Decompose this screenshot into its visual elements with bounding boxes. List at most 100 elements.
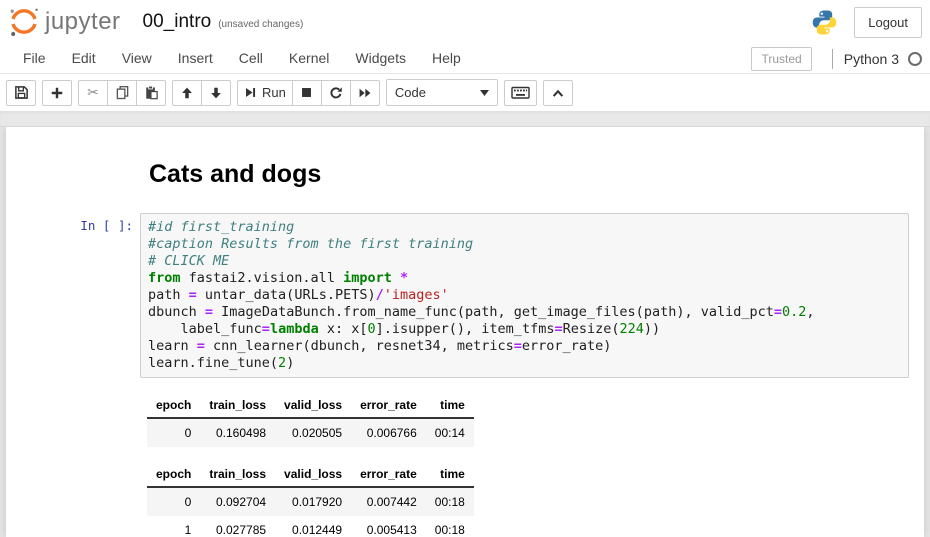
arrow-down-icon (209, 86, 223, 100)
collapse-toolbar-button[interactable] (543, 80, 573, 106)
restart-run-all-button[interactable] (350, 80, 380, 106)
toolbar: ✂ (0, 74, 930, 111)
code-line: learn = cnn_learner(dbunch, resnet34, me… (148, 338, 901, 355)
menu-item-insert[interactable]: Insert (165, 44, 226, 72)
table-cell: 0.027785 (200, 516, 275, 537)
menu-item-widgets[interactable]: Widgets (342, 44, 419, 72)
run-button[interactable]: Run (237, 80, 293, 106)
training-results-table: epochtrain_lossvalid_losserror_ratetime0… (147, 393, 474, 447)
code-line: label_func=lambda x: x[0].isupper(), ite… (148, 321, 901, 338)
stop-icon (300, 86, 313, 99)
table-cell: 0.007442 (351, 487, 426, 516)
table-cell: 0 (147, 418, 200, 447)
python-logo-icon (811, 9, 838, 36)
logout-button[interactable]: Logout (854, 7, 922, 38)
restart-kernel-button[interactable] (321, 80, 351, 106)
training-results-table: epochtrain_lossvalid_losserror_ratetime0… (147, 462, 474, 537)
copy-cells-button[interactable] (107, 80, 137, 106)
menu-item-view[interactable]: View (109, 44, 165, 72)
kernel-status-icon (908, 52, 922, 66)
table-row: 00.1604980.0205050.00676600:14 (147, 418, 474, 447)
table-cell: 0.092704 (200, 487, 275, 516)
interrupt-kernel-button[interactable] (292, 80, 322, 106)
caret-down-icon (480, 90, 489, 96)
code-cell[interactable]: In [ ]: #id first_training#caption Resul… (6, 213, 924, 378)
code-line: #caption Results from the first training (148, 236, 901, 253)
table-cell: 00:18 (426, 487, 474, 516)
cell-type-value: Code (395, 85, 426, 100)
code-line: dbunch = ImageDataBunch.from_name_func(p… (148, 304, 901, 321)
column-header: time (426, 462, 474, 487)
menu-item-file[interactable]: File (10, 44, 59, 72)
kernel-name: Python 3 (844, 51, 899, 67)
menubar: FileEditViewInsertCellKernelWidgetsHelp … (0, 44, 930, 74)
insert-cell-button[interactable] (42, 80, 72, 106)
copy-icon (115, 85, 130, 100)
input-prompt: In [ ]: (6, 213, 140, 378)
chevron-up-icon (551, 87, 565, 99)
table-row: 10.0277850.0124490.00541300:18 (147, 516, 474, 537)
trusted-badge[interactable]: Trusted (751, 47, 811, 71)
column-header: error_rate (351, 462, 426, 487)
table-cell: 00:14 (426, 418, 474, 447)
command-palette-button[interactable] (504, 80, 537, 106)
checkpoint-status: (unsaved changes) (218, 19, 303, 30)
header-right: Logout (811, 7, 922, 38)
floppy-icon (14, 85, 29, 100)
menu-item-edit[interactable]: Edit (59, 44, 109, 72)
table-row: 00.0927040.0179200.00744200:18 (147, 487, 474, 516)
column-header: valid_loss (275, 393, 351, 418)
move-cell-up-button[interactable] (172, 80, 202, 106)
fast-forward-icon (358, 86, 372, 100)
notebook-name[interactable]: 00_intro (143, 11, 212, 33)
header-bottom-band (0, 111, 930, 127)
column-header: train_loss (200, 393, 275, 418)
code-line: learn.fine_tune(2) (148, 355, 901, 372)
code-editor[interactable]: #id first_training#caption Results from … (140, 213, 909, 378)
notebook-title-area: 00_intro (unsaved changes) (143, 11, 304, 33)
code-line: path = untar_data(URLs.PETS)/'images' (148, 287, 901, 304)
keyboard-icon (511, 85, 530, 100)
restart-icon (329, 86, 343, 100)
table-cell: 0.006766 (351, 418, 426, 447)
column-header: epoch (147, 393, 200, 418)
column-header: train_loss (200, 462, 275, 487)
notebook-site: Cats and dogs In [ ]: #id first_training… (0, 127, 930, 537)
table-cell: 1 (147, 516, 200, 537)
menu-item-kernel[interactable]: Kernel (276, 44, 342, 72)
jupyter-planet-icon (8, 6, 40, 38)
column-header: epoch (147, 462, 200, 487)
paste-cells-button[interactable] (136, 80, 166, 106)
table-cell: 0.160498 (200, 418, 275, 447)
paste-icon (144, 85, 159, 100)
save-button[interactable] (6, 80, 36, 106)
code-line: #id first_training (148, 219, 901, 236)
menu-item-cell[interactable]: Cell (226, 44, 276, 72)
header: jupyter 00_intro (unsaved changes) Logou… (0, 0, 930, 44)
scissors-icon: ✂ (87, 85, 99, 101)
markdown-prompt (6, 160, 140, 213)
code-line: from fastai2.vision.all import * (148, 270, 901, 287)
menu-item-help[interactable]: Help (419, 44, 474, 72)
move-cell-down-button[interactable] (201, 80, 231, 106)
cut-cells-button[interactable]: ✂ (78, 80, 108, 106)
column-header: error_rate (351, 393, 426, 418)
jupyter-wordmark: jupyter (45, 8, 121, 36)
column-header: valid_loss (275, 462, 351, 487)
cell-type-select[interactable]: Code (386, 79, 498, 106)
table-cell: 0.005413 (351, 516, 426, 537)
markdown-content: Cats and dogs (140, 160, 321, 213)
table-cell: 0.020505 (275, 418, 351, 447)
table-cell: 00:18 (426, 516, 474, 537)
menubar-right: Trusted Python 3 (751, 47, 930, 71)
column-header: time (426, 393, 474, 418)
menu-items: FileEditViewInsertCellKernelWidgetsHelp (10, 50, 474, 68)
page-title: Cats and dogs (149, 160, 321, 189)
markdown-cell[interactable]: Cats and dogs (6, 160, 924, 213)
cell-outputs: epochtrain_lossvalid_losserror_ratetime0… (147, 393, 924, 537)
jupyter-logo[interactable]: jupyter (8, 6, 121, 38)
code-line: # CLICK ME (148, 253, 901, 270)
arrow-up-icon (180, 86, 194, 100)
table-cell: 0.012449 (275, 516, 351, 537)
plus-icon (50, 86, 64, 100)
